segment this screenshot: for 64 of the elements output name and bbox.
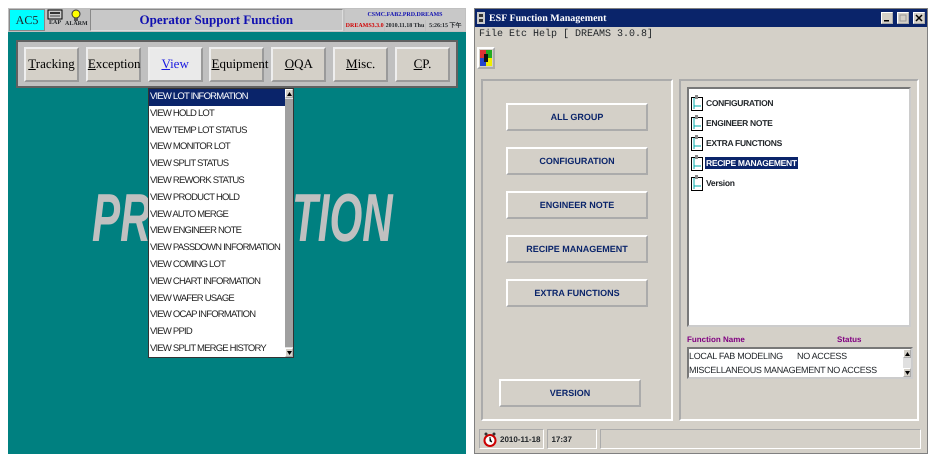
column-header: Status <box>837 335 862 344</box>
alarm-clock-icon <box>483 432 497 446</box>
document-icon <box>691 135 703 151</box>
menu-item[interactable]: VIEW SPLIT STATUS <box>149 156 285 173</box>
down-arrow-icon[interactable] <box>286 350 292 354</box>
tree-item[interactable]: EXTRA FUNCTIONS <box>705 137 783 149</box>
menu-item[interactable]: File <box>479 29 504 41</box>
document-icon <box>691 175 703 191</box>
status-time: 17:37 <box>551 434 572 444</box>
menu-item[interactable]: VIEW ENGINEER NOTE <box>149 223 285 240</box>
menu-item[interactable]: VIEW SPLIT MERGE HISTORY <box>149 340 285 357</box>
toolbar-button[interactable] <box>477 47 495 69</box>
table-cell-text: LOCAL FAB MODELING <box>689 351 784 361</box>
function-button[interactable]: RECIPE MANAGEMENT <box>506 235 648 263</box>
table-cell-text: MISCELLANEOUS MANAGEMENT <box>689 365 826 375</box>
tab-button[interactable]: Misc. <box>333 46 388 82</box>
window-icon[interactable] <box>477 12 485 24</box>
menu-item[interactable]: VIEW HOLD LOT <box>149 106 285 123</box>
app-title: Operator Support Function <box>90 9 343 31</box>
function-button[interactable]: ALL GROUP <box>506 103 648 131</box>
table-cell: NO ACCESS <box>827 365 877 375</box>
document-icon <box>691 115 703 131</box>
down-arrow-icon[interactable] <box>904 370 910 374</box>
menu-item[interactable]: VIEW PASSDOWN INFORMATION <box>149 240 285 257</box>
up-arrow-icon[interactable] <box>904 352 910 356</box>
menu-item[interactable]: VIEW LOT INFORMATION <box>149 89 285 106</box>
menu-item[interactable]: VIEW OCAP INFORMATION <box>149 307 285 324</box>
table-cell: NO ACCESS <box>797 351 847 361</box>
tab-button[interactable]: Exception <box>86 46 141 82</box>
function-button[interactable]: ENGINEER NOTE <box>506 191 648 219</box>
menu-item[interactable]: VIEW CHART INFORMATION <box>149 274 285 291</box>
menu-item[interactable]: VIEW TEMP LOT STATUS <box>149 122 285 140</box>
column-header: Function Name <box>687 335 746 344</box>
background-text: TION <box>292 184 393 252</box>
tree-item[interactable]: ENGINEER NOTE <box>705 117 774 129</box>
background-text: PR <box>92 184 151 252</box>
function-button[interactable]: EXTRA FUNCTIONS <box>506 279 648 307</box>
version-label: [ DREAMS 3.0.8] <box>563 29 654 41</box>
function-button[interactable]: CONFIGURATION <box>506 147 648 175</box>
tab-button[interactable]: OQA <box>271 46 326 82</box>
tab-button[interactable]: CP. <box>394 46 450 82</box>
up-arrow-icon[interactable] <box>286 92 292 96</box>
menu-item[interactable]: VIEW AUTO MERGE <box>149 206 285 224</box>
tree-item[interactable]: CONFIGURATION <box>705 97 774 109</box>
menu-item[interactable]: VIEW PRODUCT HOLD <box>149 190 285 207</box>
menu-item[interactable]: VIEW REWORK STATUS <box>149 172 285 190</box>
tree-item[interactable]: RECIPE MANAGEMENT <box>705 157 798 169</box>
menu-item[interactable]: VIEW WAFER USAGE <box>149 290 285 308</box>
menu-item[interactable]: Etc <box>509 29 528 41</box>
menu-item[interactable]: VIEW PPID <box>149 324 285 341</box>
bulb-icon[interactable] <box>70 9 82 21</box>
tree-item[interactable]: Version <box>705 177 736 189</box>
document-icon <box>691 95 703 111</box>
menu-item[interactable]: VIEW COMING LOT <box>149 256 285 274</box>
station-label: AC5 <box>9 9 45 31</box>
tab-button[interactable]: Tracking <box>24 46 79 82</box>
menu-item[interactable]: Help <box>533 29 558 41</box>
status-date: 2010-11-18 <box>500 434 540 444</box>
menu-item[interactable]: VIEW MONITOR LOT <box>149 139 285 156</box>
tray-icon[interactable] <box>47 9 63 20</box>
document-icon <box>691 155 703 171</box>
tab-button[interactable]: View <box>148 46 203 82</box>
version-button[interactable]: VERSION <box>499 379 641 407</box>
window-title: ESF Function Management <box>489 12 608 24</box>
